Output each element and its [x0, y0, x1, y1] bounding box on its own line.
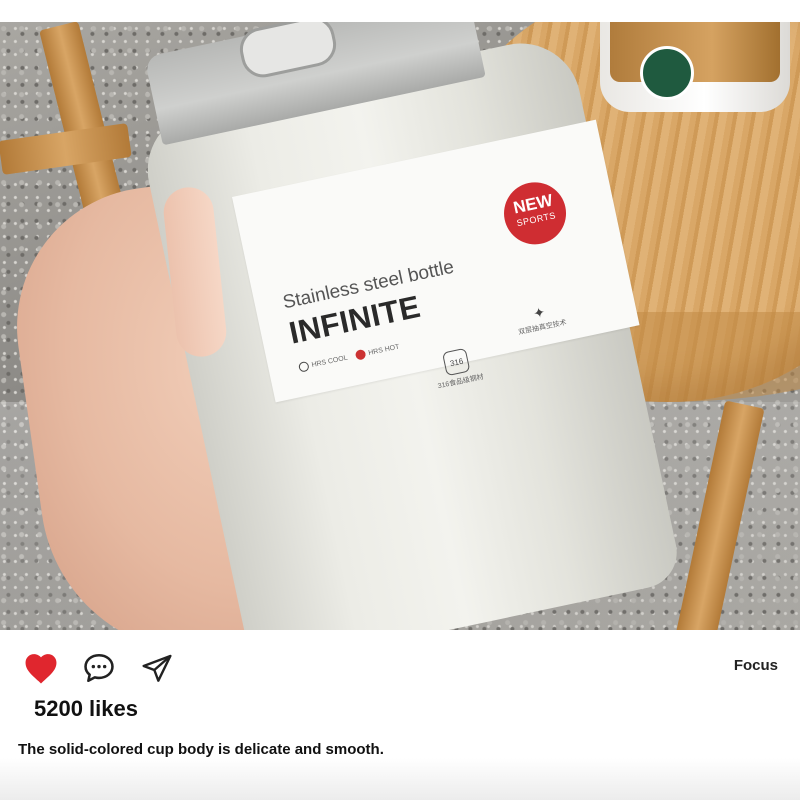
shield-icon: 316	[442, 347, 471, 377]
comment-button[interactable]	[80, 649, 118, 687]
share-button[interactable]	[138, 649, 176, 687]
gear-icon: ✦	[531, 303, 547, 322]
flame-icon	[354, 348, 367, 361]
like-button[interactable]	[22, 649, 60, 687]
new-sports-badge: NEW SPORTS	[498, 176, 572, 251]
snowflake-icon	[297, 360, 310, 373]
post-photo[interactable]: NEW SPORTS Stainless steel bottle INFINI…	[0, 22, 800, 630]
likes-count: 5200 likes	[34, 696, 138, 721]
post-caption: The solid-colored cup body is delicate a…	[18, 741, 384, 758]
post-actions	[22, 648, 176, 688]
feature-cold: HRS COOL	[297, 353, 349, 373]
cup-logo	[640, 46, 694, 100]
feature-vacuum: ✦ 双层抽真空技术	[517, 303, 568, 337]
focus-button[interactable]: Focus	[734, 657, 778, 674]
comment-bubble-icon	[84, 653, 114, 683]
feature-hot: HRS HOT	[354, 342, 401, 361]
send-paper-plane-icon	[142, 654, 172, 682]
heart-icon	[25, 654, 57, 684]
cup-sleeve	[610, 22, 780, 82]
